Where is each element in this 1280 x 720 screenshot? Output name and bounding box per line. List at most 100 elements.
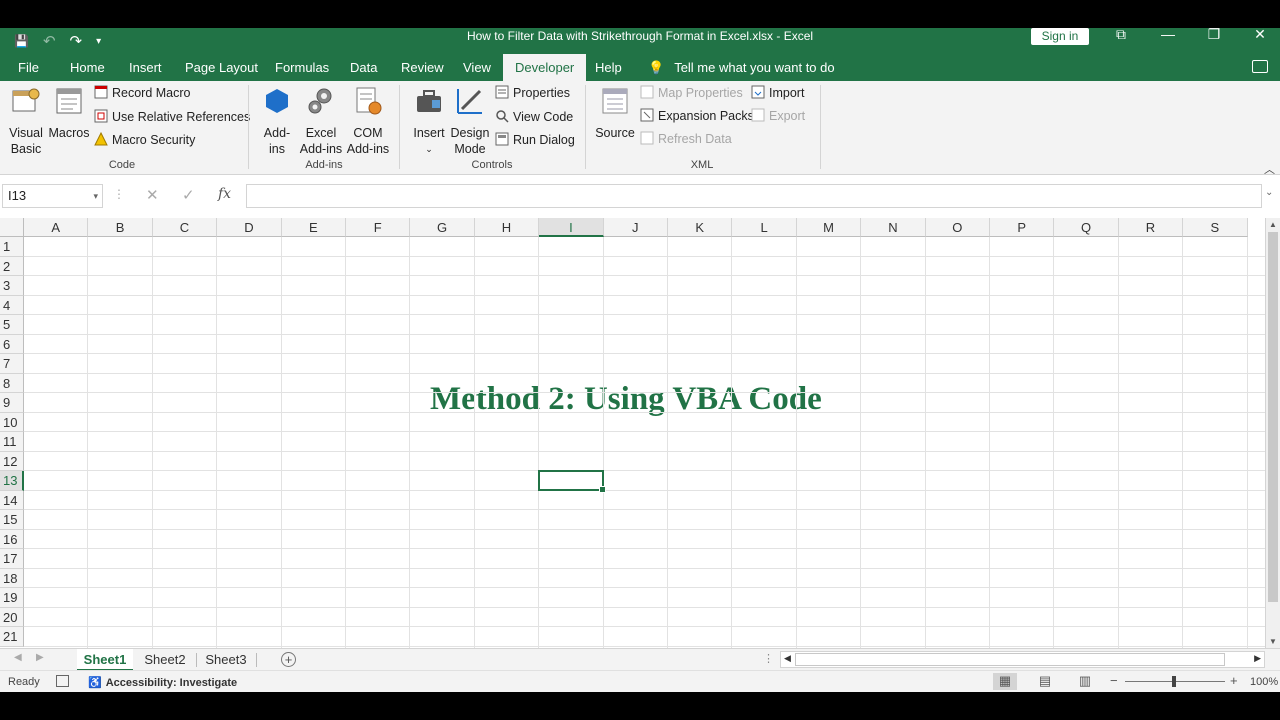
visual-basic-button[interactable]: Visual Basic bbox=[6, 85, 46, 157]
row-header[interactable]: 14 bbox=[0, 490, 24, 510]
design-mode-button[interactable]: Design Mode bbox=[450, 85, 490, 157]
vertical-scrollbar[interactable]: ▲ ▼ bbox=[1265, 218, 1280, 648]
sheet-tab-sheet3[interactable]: Sheet3 bbox=[198, 649, 254, 671]
more-options-icon[interactable]: ⋮ bbox=[113, 187, 125, 201]
tab-formulas[interactable]: Formulas bbox=[275, 54, 329, 81]
scroll-down-icon[interactable]: ▼ bbox=[1269, 637, 1277, 646]
zoom-in-button[interactable]: + bbox=[1230, 673, 1238, 688]
tab-review[interactable]: Review bbox=[401, 54, 444, 81]
collapse-ribbon-icon[interactable]: ︿ bbox=[1264, 161, 1275, 177]
column-header[interactable]: I bbox=[539, 218, 604, 237]
column-header[interactable]: O bbox=[925, 218, 990, 237]
insert-control-button[interactable]: Insert ⌄ bbox=[410, 85, 448, 157]
zoom-level[interactable]: 100% bbox=[1250, 676, 1278, 688]
row-header[interactable]: 13 bbox=[0, 471, 24, 491]
zoom-out-button[interactable]: − bbox=[1110, 673, 1118, 688]
maximize-button[interactable]: ❐ bbox=[1204, 28, 1224, 42]
row-header[interactable]: 4 bbox=[0, 295, 24, 315]
view-code-button[interactable]: View Code bbox=[495, 107, 573, 127]
column-header[interactable]: K bbox=[668, 218, 733, 237]
com-add-ins-button[interactable]: COM Add-ins bbox=[346, 85, 390, 157]
expand-formula-bar-icon[interactable]: ⌄ bbox=[1265, 187, 1273, 198]
sign-in-button[interactable]: Sign in bbox=[1031, 28, 1089, 45]
column-header[interactable]: Q bbox=[1054, 218, 1119, 237]
sheet-tab-sheet1[interactable]: Sheet1 bbox=[77, 649, 133, 671]
next-sheet-icon[interactable]: ▶ bbox=[36, 652, 44, 663]
row-header[interactable]: 20 bbox=[0, 607, 24, 627]
tab-developer[interactable]: Developer bbox=[503, 54, 587, 81]
expansion-packs-button[interactable]: Expansion Packs bbox=[640, 106, 754, 126]
page-break-preview-button[interactable]: ▥ bbox=[1073, 673, 1097, 690]
ribbon-display-options-icon[interactable]: ⧉ bbox=[1111, 28, 1131, 42]
row-header[interactable]: 3 bbox=[0, 276, 24, 296]
vertical-scroll-thumb[interactable] bbox=[1268, 232, 1278, 602]
horizontal-scrollbar[interactable]: ◀ ▶ bbox=[780, 651, 1265, 668]
accessibility-status[interactable]: ♿ Accessibility: Investigate bbox=[88, 676, 237, 689]
scroll-right-icon[interactable]: ▶ bbox=[1254, 653, 1261, 664]
comments-icon[interactable] bbox=[1252, 60, 1268, 73]
column-header[interactable]: S bbox=[1183, 218, 1248, 237]
enter-icon[interactable]: ✓ bbox=[182, 186, 195, 204]
column-header[interactable]: G bbox=[410, 218, 475, 237]
macro-security-button[interactable]: Macro Security bbox=[94, 130, 195, 150]
insert-function-icon[interactable]: fx bbox=[218, 186, 231, 202]
worksheet-grid[interactable]: Method 2: Using VBA Code ✥ ABCDEFGHIJKLM… bbox=[0, 218, 1265, 648]
column-header[interactable]: R bbox=[1118, 218, 1184, 237]
import-button[interactable]: Import bbox=[751, 83, 804, 103]
zoom-slider-thumb[interactable] bbox=[1172, 676, 1176, 687]
column-header[interactable]: F bbox=[346, 218, 411, 237]
excel-add-ins-button[interactable]: Excel Add-ins bbox=[299, 85, 343, 157]
properties-button[interactable]: Properties bbox=[495, 83, 570, 103]
tab-page-layout[interactable]: Page Layout bbox=[185, 54, 258, 81]
row-header[interactable]: 5 bbox=[0, 315, 24, 335]
column-header[interactable]: E bbox=[281, 218, 346, 237]
row-header[interactable]: 6 bbox=[0, 334, 24, 354]
row-header[interactable]: 12 bbox=[0, 451, 24, 471]
selected-cell[interactable] bbox=[538, 470, 606, 492]
row-header[interactable]: 19 bbox=[0, 588, 24, 608]
scroll-up-icon[interactable]: ▲ bbox=[1269, 220, 1277, 229]
run-dialog-button[interactable]: Run Dialog bbox=[495, 130, 575, 150]
tab-split-handle[interactable]: ⋮ bbox=[763, 652, 774, 665]
tab-help[interactable]: Help bbox=[595, 54, 622, 81]
column-header[interactable]: B bbox=[88, 218, 153, 237]
column-header[interactable]: H bbox=[474, 218, 540, 237]
sheet-tab-sheet2[interactable]: Sheet2 bbox=[137, 649, 193, 671]
row-header[interactable]: 7 bbox=[0, 354, 24, 374]
formula-input[interactable] bbox=[246, 184, 1262, 208]
row-header[interactable]: 15 bbox=[0, 510, 24, 530]
row-header[interactable]: 1 bbox=[0, 237, 24, 257]
row-header[interactable]: 18 bbox=[0, 568, 24, 588]
tab-data[interactable]: Data bbox=[350, 54, 377, 81]
add-ins-button[interactable]: Add- ins bbox=[259, 85, 295, 157]
use-relative-references-button[interactable]: Use Relative References bbox=[94, 107, 250, 127]
column-header[interactable]: J bbox=[603, 218, 668, 237]
tell-me-search[interactable]: 💡 Tell me what you want to do bbox=[648, 54, 835, 81]
column-header[interactable]: M bbox=[796, 218, 862, 237]
add-sheet-button[interactable]: + bbox=[281, 652, 296, 667]
close-button[interactable]: ✕ bbox=[1250, 28, 1270, 42]
macro-recording-icon[interactable] bbox=[56, 675, 69, 687]
column-header[interactable]: N bbox=[861, 218, 926, 237]
select-all-corner[interactable] bbox=[0, 218, 24, 237]
tab-file[interactable]: File bbox=[18, 54, 39, 81]
row-header[interactable]: 10 bbox=[0, 412, 24, 432]
horizontal-scroll-thumb[interactable] bbox=[795, 653, 1225, 666]
page-layout-view-button[interactable]: ▤ bbox=[1033, 673, 1057, 690]
cancel-icon[interactable]: ✕ bbox=[146, 186, 159, 204]
column-header[interactable]: L bbox=[732, 218, 797, 237]
tab-home[interactable]: Home bbox=[70, 54, 105, 81]
row-header[interactable]: 11 bbox=[0, 432, 24, 452]
macros-button[interactable]: Macros bbox=[48, 85, 90, 141]
column-header[interactable]: D bbox=[217, 218, 282, 237]
column-header[interactable]: A bbox=[24, 218, 89, 237]
row-header[interactable]: 16 bbox=[0, 529, 24, 549]
tab-insert[interactable]: Insert bbox=[129, 54, 162, 81]
row-header[interactable]: 2 bbox=[0, 256, 24, 276]
name-box[interactable]: I13 ▾ bbox=[2, 184, 103, 208]
row-header[interactable]: 17 bbox=[0, 549, 24, 569]
chevron-down-icon[interactable]: ▾ bbox=[93, 185, 98, 207]
normal-view-button[interactable]: ▦ bbox=[993, 673, 1017, 690]
row-header[interactable]: 8 bbox=[0, 373, 24, 393]
previous-sheet-icon[interactable]: ◀ bbox=[14, 652, 22, 663]
